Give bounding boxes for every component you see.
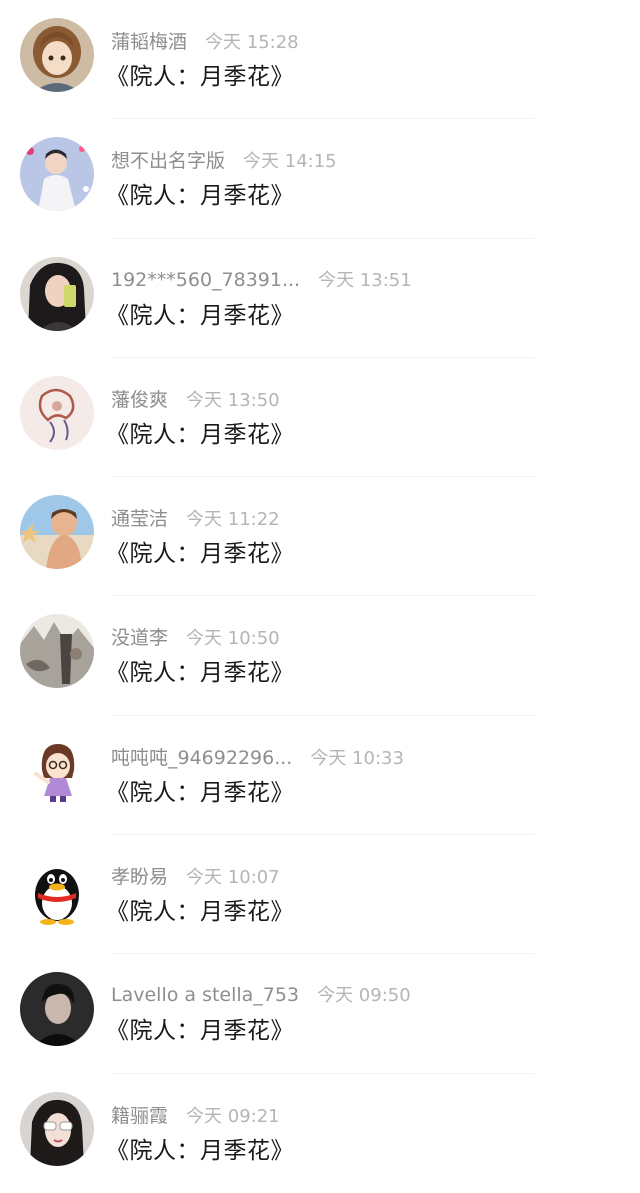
comment-text: 《院人：月季花》	[106, 899, 294, 926]
comment-text: 《院人：月季花》	[106, 779, 294, 806]
username[interactable]: 孝盼易	[111, 862, 168, 889]
penguin-avatar-icon[interactable]	[20, 853, 94, 928]
timestamp: 今天 10:50	[186, 628, 280, 650]
comment-text: 《院人：月季花》	[106, 1018, 294, 1045]
username[interactable]: 没道李	[111, 623, 168, 650]
comment-text: 《院人：月季花》	[106, 302, 294, 329]
comment-text: 《院人：月季花》	[106, 660, 294, 687]
ink-drawing-avatar-icon[interactable]	[20, 375, 94, 450]
timestamp: 今天 10:33	[310, 747, 404, 769]
comment-item[interactable]: 没道李 今天 10:50 《院人：月季花》	[0, 596, 640, 716]
sunglasses-girl-avatar-icon[interactable]	[20, 1091, 94, 1166]
comment-text: 《院人：月季花》	[106, 541, 294, 568]
username[interactable]: 192***560_78391...	[111, 269, 300, 291]
comment-item[interactable]: 192***560_78391... 今天 13:51 《院人：月季花》	[0, 239, 640, 358]
anime-girl-avatar-icon[interactable]	[20, 18, 94, 92]
timestamp: 今天 09:50	[317, 985, 411, 1007]
comment-header: 没道李 今天 10:50	[111, 623, 280, 653]
comment-header: 想不出名字版 今天 14:15	[111, 146, 337, 176]
comment-list: 蒲韬梅酒 今天 15:28 《院人：月季花》 想不出名字版 今天 14:15 《…	[0, 0, 640, 1193]
comment-header: 蒲韬梅酒 今天 15:28	[111, 27, 299, 57]
comment-text: 《院人：月季花》	[106, 1137, 294, 1164]
comment-text: 《院人：月季花》	[106, 183, 294, 210]
timestamp: 今天 13:51	[318, 269, 412, 291]
comment-header: 192***560_78391... 今天 13:51	[111, 266, 412, 296]
username[interactable]: 吨吨吨_94692296...	[111, 743, 292, 770]
comment-header: 藩俊爽 今天 13:50	[111, 385, 280, 415]
comment-header: 孝盼易 今天 10:07	[111, 862, 280, 892]
selfie-girl-avatar-icon[interactable]	[20, 256, 94, 331]
comment-header: 籍骊霞 今天 09:21	[111, 1101, 280, 1131]
comment-item[interactable]: 想不出名字版 今天 14:15 《院人：月季花》	[0, 119, 640, 239]
timestamp: 今天 09:21	[186, 1105, 280, 1127]
comment-text: 《院人：月季花》	[106, 421, 294, 448]
timestamp: 今天 13:50	[186, 389, 280, 411]
username[interactable]: 藩俊爽	[111, 385, 168, 412]
comment-header: Lavello a stella_753 今天 09:50	[111, 981, 411, 1011]
timestamp: 今天 11:22	[186, 509, 280, 531]
username[interactable]: 想不出名字版	[111, 146, 225, 173]
man-portrait-avatar-icon[interactable]	[20, 972, 94, 1047]
username[interactable]: 籍骊霞	[111, 1101, 168, 1128]
comment-item[interactable]: 吨吨吨_94692296... 今天 10:33 《院人：月季花》	[0, 716, 640, 836]
comment-item[interactable]: 通莹洁 今天 11:22 《院人：月季花》	[0, 477, 640, 597]
username[interactable]: 通莹洁	[111, 504, 168, 531]
comment-item[interactable]: 蒲韬梅酒 今天 15:28 《院人：月季花》	[0, 0, 640, 120]
comment-text: 《院人：月季花》	[106, 64, 294, 90]
ink-painting-avatar-icon[interactable]	[20, 614, 94, 689]
username[interactable]: 蒲韬梅酒	[111, 27, 187, 54]
comment-header: 吨吨吨_94692296... 今天 10:33	[111, 743, 404, 773]
comment-item[interactable]: 藩俊爽 今天 13:50 《院人：月季花》	[0, 358, 640, 478]
comment-item[interactable]: 孝盼易 今天 10:07 《院人：月季花》	[0, 835, 640, 955]
username[interactable]: Lavello a stella_753	[111, 984, 299, 1006]
timestamp: 今天 14:15	[243, 151, 337, 173]
comment-header: 通莹洁 今天 11:22	[111, 504, 280, 534]
comment-item[interactable]: Lavello a stella_753 今天 09:50 《院人：月季花》	[0, 954, 640, 1074]
child-beach-avatar-icon[interactable]	[20, 495, 94, 570]
comment-item[interactable]: 籍骊霞 今天 09:21 《院人：月季花》	[0, 1074, 640, 1193]
cartoon-girl-avatar-icon[interactable]	[20, 733, 94, 808]
timestamp: 今天 15:28	[205, 32, 299, 53]
singer-photo-avatar-icon[interactable]	[20, 137, 94, 212]
timestamp: 今天 10:07	[186, 867, 280, 889]
